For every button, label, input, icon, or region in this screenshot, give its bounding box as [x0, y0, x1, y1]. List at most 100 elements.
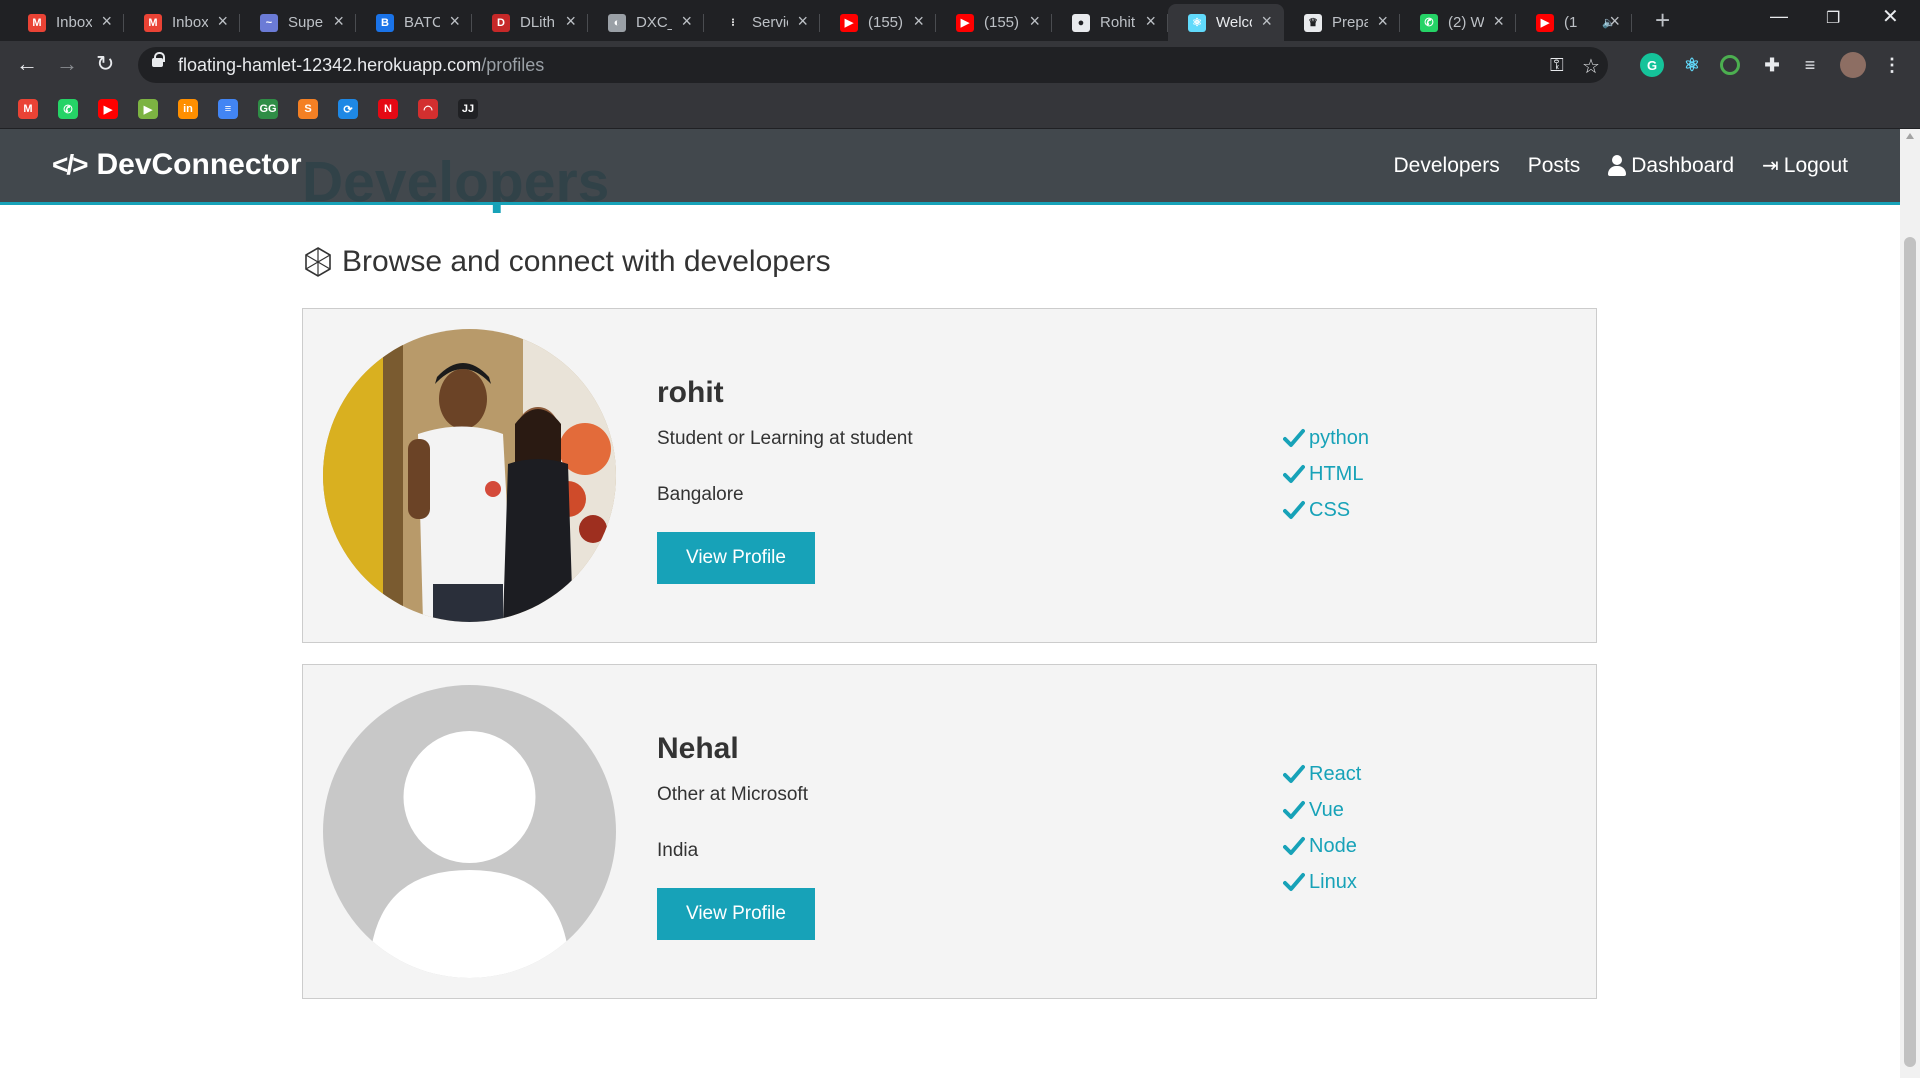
- close-tab-icon[interactable]: ×: [913, 12, 924, 30]
- play-icon[interactable]: ▶: [138, 99, 158, 119]
- profile-card: Nehal Other at Microsoft India View Prof…: [302, 664, 1597, 999]
- back-icon[interactable]: ←: [16, 53, 38, 75]
- react-devtools-icon[interactable]: ⚛: [1680, 53, 1704, 77]
- close-tab-icon[interactable]: ×: [1377, 12, 1388, 30]
- close-tab-icon[interactable]: ×: [333, 12, 344, 30]
- skills-list: python HTML CSS: [1283, 420, 1369, 528]
- browser-tab[interactable]: ▶ (1 🔈 ×: [1516, 4, 1632, 41]
- browser-tab[interactable]: ● Rohit ×: [1052, 4, 1168, 41]
- invision-icon[interactable]: in: [178, 99, 198, 119]
- skill-item: React: [1283, 756, 1361, 792]
- close-tab-icon[interactable]: ×: [797, 12, 808, 30]
- profile-location: India: [657, 840, 699, 861]
- youtube-icon[interactable]: ▶: [98, 99, 118, 119]
- browser-tab[interactable]: D DLith ×: [472, 4, 588, 41]
- skill-label: CSS: [1309, 498, 1351, 521]
- nav-posts[interactable]: Posts: [1528, 154, 1581, 178]
- check-icon: [1283, 501, 1305, 519]
- scroll-up-icon[interactable]: [1906, 133, 1914, 139]
- close-tab-icon[interactable]: ×: [1145, 12, 1156, 30]
- browser-tab[interactable]: ▶ (155) ×: [820, 4, 936, 41]
- nav-dashboard[interactable]: Dashboard: [1608, 154, 1734, 178]
- close-tab-icon[interactable]: ×: [101, 12, 112, 30]
- trophy-icon: ♛: [1304, 13, 1322, 32]
- nav-dashboard-label: Dashboard: [1631, 153, 1734, 177]
- menu-kebab-icon[interactable]: ⋮: [1880, 53, 1904, 77]
- skill-label: Node: [1309, 834, 1357, 857]
- close-tab-icon[interactable]: ×: [565, 12, 576, 30]
- skill-label: React: [1309, 762, 1362, 785]
- profile-status: Student or Learning at student: [657, 428, 913, 449]
- browser-tab[interactable]: M Inbox ×: [124, 4, 240, 41]
- browser-tab[interactable]: ⚛ Welco ×: [1168, 4, 1284, 41]
- close-tab-icon[interactable]: ×: [1261, 12, 1272, 30]
- reload-icon[interactable]: ↻: [96, 53, 114, 75]
- tab-title: Servic: [752, 14, 788, 31]
- close-tab-icon[interactable]: ×: [449, 12, 460, 30]
- tab-title: (2) W: [1448, 14, 1484, 31]
- check-icon: [1283, 429, 1305, 447]
- browser-tab[interactable]: M Inbox ×: [8, 4, 124, 41]
- minimize-icon[interactable]: —: [1770, 6, 1788, 27]
- browser-tab[interactable]: ♛ Prepa ×: [1284, 4, 1400, 41]
- lock-icon: [152, 52, 165, 67]
- skill-item: python: [1283, 420, 1369, 456]
- tab-title: DXC_: [636, 14, 672, 31]
- profile-status: Other at Microsoft: [657, 784, 808, 805]
- browser-tab[interactable]: ✆ (2) W ×: [1400, 4, 1516, 41]
- whatsapp-icon[interactable]: ✆: [58, 99, 78, 119]
- tab-title: Inbox: [56, 14, 92, 31]
- browser-tab[interactable]: ▶ (155) ×: [936, 4, 1052, 41]
- grammarly-icon[interactable]: G: [1640, 53, 1664, 77]
- brand-link[interactable]: </> DevConnector: [52, 148, 302, 182]
- nav-developers[interactable]: Developers: [1394, 154, 1500, 178]
- url-text[interactable]: floating-hamlet-12342.herokuapp.com/prof…: [178, 55, 544, 76]
- sign-out-icon: ⇥: [1762, 155, 1779, 177]
- browser-tab[interactable]: B BATCI ×: [356, 4, 472, 41]
- page-scrollbar[interactable]: [1900, 129, 1920, 1078]
- bookmark-star-icon[interactable]: ☆: [1582, 54, 1600, 79]
- new-tab-button[interactable]: +: [1655, 7, 1670, 33]
- loop-icon[interactable]: ⟳: [338, 99, 358, 119]
- close-tab-icon[interactable]: ×: [1029, 12, 1040, 30]
- key-icon[interactable]: ⚿: [1550, 55, 1564, 76]
- close-tab-icon[interactable]: ×: [681, 12, 692, 30]
- profile-name: rohit: [657, 376, 724, 409]
- browser-tab[interactable]: ⁝ Servic ×: [704, 4, 820, 41]
- browser-tab[interactable]: ◐ DXC_ ×: [588, 4, 704, 41]
- close-tab-icon[interactable]: ×: [1493, 12, 1504, 30]
- tab-title: Inbox: [172, 14, 208, 31]
- globe-icon: ◐: [608, 13, 626, 32]
- close-window-icon[interactable]: ✕: [1882, 4, 1899, 29]
- skill-item: Node: [1283, 828, 1361, 864]
- docs-icon[interactable]: ≡: [218, 99, 238, 119]
- close-tab-icon[interactable]: ×: [1609, 12, 1620, 30]
- user-icon: [1608, 155, 1627, 176]
- restore-icon[interactable]: ❐: [1826, 8, 1840, 28]
- view-profile-button[interactable]: View Profile: [657, 532, 815, 584]
- tab-title: Prepa: [1332, 14, 1368, 31]
- extensions-puzzle-icon[interactable]: ✚: [1760, 53, 1784, 77]
- skill-label: Linux: [1309, 870, 1357, 893]
- nav-logout[interactable]: ⇥ Logout: [1762, 153, 1848, 178]
- gfg-icon[interactable]: GG: [258, 99, 278, 119]
- close-tab-icon[interactable]: ×: [217, 12, 228, 30]
- address-bar[interactable]: floating-hamlet-12342.herokuapp.com/prof…: [138, 47, 1608, 83]
- scroll-thumb[interactable]: [1904, 237, 1916, 1067]
- netflix-icon[interactable]: N: [378, 99, 398, 119]
- stackoverflow-icon[interactable]: S: [298, 99, 318, 119]
- browser-toolbar: ← → ↻ floating-hamlet-12342.herokuapp.co…: [0, 41, 1920, 89]
- youtube-icon: ▶: [840, 13, 858, 32]
- gmail-icon[interactable]: M: [18, 99, 38, 119]
- profile-location: Bangalore: [657, 484, 744, 505]
- media-control-icon[interactable]: ≡: [1798, 53, 1822, 77]
- user-card-icon: B: [376, 13, 394, 32]
- jj-icon[interactable]: JJ: [458, 99, 478, 119]
- profile-avatar[interactable]: [1840, 52, 1866, 78]
- view-profile-button[interactable]: View Profile: [657, 888, 815, 940]
- check-icon: [1283, 837, 1305, 855]
- browser-tab[interactable]: ~ Super ×: [240, 4, 356, 41]
- speedometer-icon[interactable]: ◠: [418, 99, 438, 119]
- forward-icon[interactable]: →: [56, 53, 78, 75]
- extension-ring-icon[interactable]: [1720, 55, 1740, 75]
